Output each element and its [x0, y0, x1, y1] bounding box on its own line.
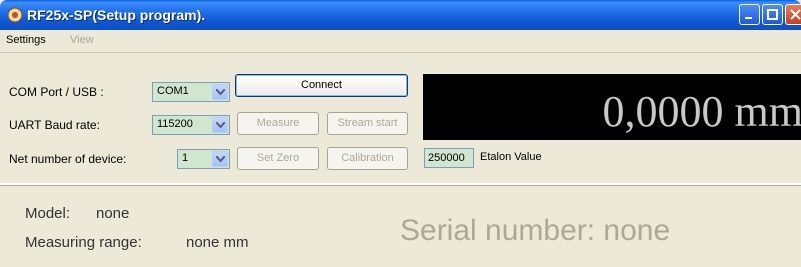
- measurement-value: 0,0000 mm: [602, 87, 801, 136]
- stream-start-button[interactable]: Stream start: [327, 112, 408, 135]
- etalon-value-field[interactable]: 250000: [424, 148, 474, 168]
- menu-view[interactable]: View: [70, 34, 94, 46]
- uart-baud-label: UART Baud rate:: [9, 118, 100, 132]
- com-port-select[interactable]: COM1: [152, 82, 230, 102]
- measurement-display: 0,0000 mm: [423, 74, 801, 140]
- net-number-select[interactable]: 1: [177, 149, 230, 169]
- set-zero-button[interactable]: Set Zero: [237, 147, 319, 170]
- menu-settings[interactable]: Settings: [6, 34, 46, 46]
- chevron-down-icon[interactable]: [212, 151, 228, 167]
- net-number-label: Net number of device:: [9, 152, 127, 166]
- calibration-button[interactable]: Calibration: [327, 147, 408, 170]
- etalon-value-label: Etalon Value: [480, 151, 542, 163]
- com-port-label: COM Port / USB :: [9, 85, 104, 99]
- net-number-value: 1: [182, 152, 189, 164]
- menu-bar: Settings View: [0, 30, 801, 53]
- serial-number: Serial number: none: [400, 214, 671, 247]
- connect-button[interactable]: Connect: [235, 74, 408, 97]
- app-icon: [7, 7, 23, 23]
- minimize-icon: [745, 17, 752, 19]
- chevron-down-icon[interactable]: [212, 117, 228, 133]
- baud-rate-select[interactable]: 115200: [152, 115, 230, 135]
- window-title: RF25x-SP(Setup program).: [27, 7, 206, 23]
- maximize-icon: [767, 9, 778, 20]
- maximize-button[interactable]: [762, 4, 783, 25]
- measuring-range-value: none mm: [186, 234, 249, 251]
- title-bar[interactable]: RF25x-SP(Setup program).: [0, 0, 801, 30]
- model-value: none: [96, 205, 130, 222]
- model-label: Model:: [25, 205, 71, 222]
- baud-rate-value: 115200: [157, 118, 193, 130]
- close-button[interactable]: [785, 4, 801, 25]
- measuring-range-label: Measuring range:: [25, 234, 142, 251]
- com-port-value: COM1: [157, 85, 189, 97]
- measure-button[interactable]: Measure: [237, 112, 319, 135]
- minimize-button[interactable]: [739, 4, 760, 25]
- chevron-down-icon[interactable]: [212, 84, 228, 100]
- close-icon: [790, 9, 801, 20]
